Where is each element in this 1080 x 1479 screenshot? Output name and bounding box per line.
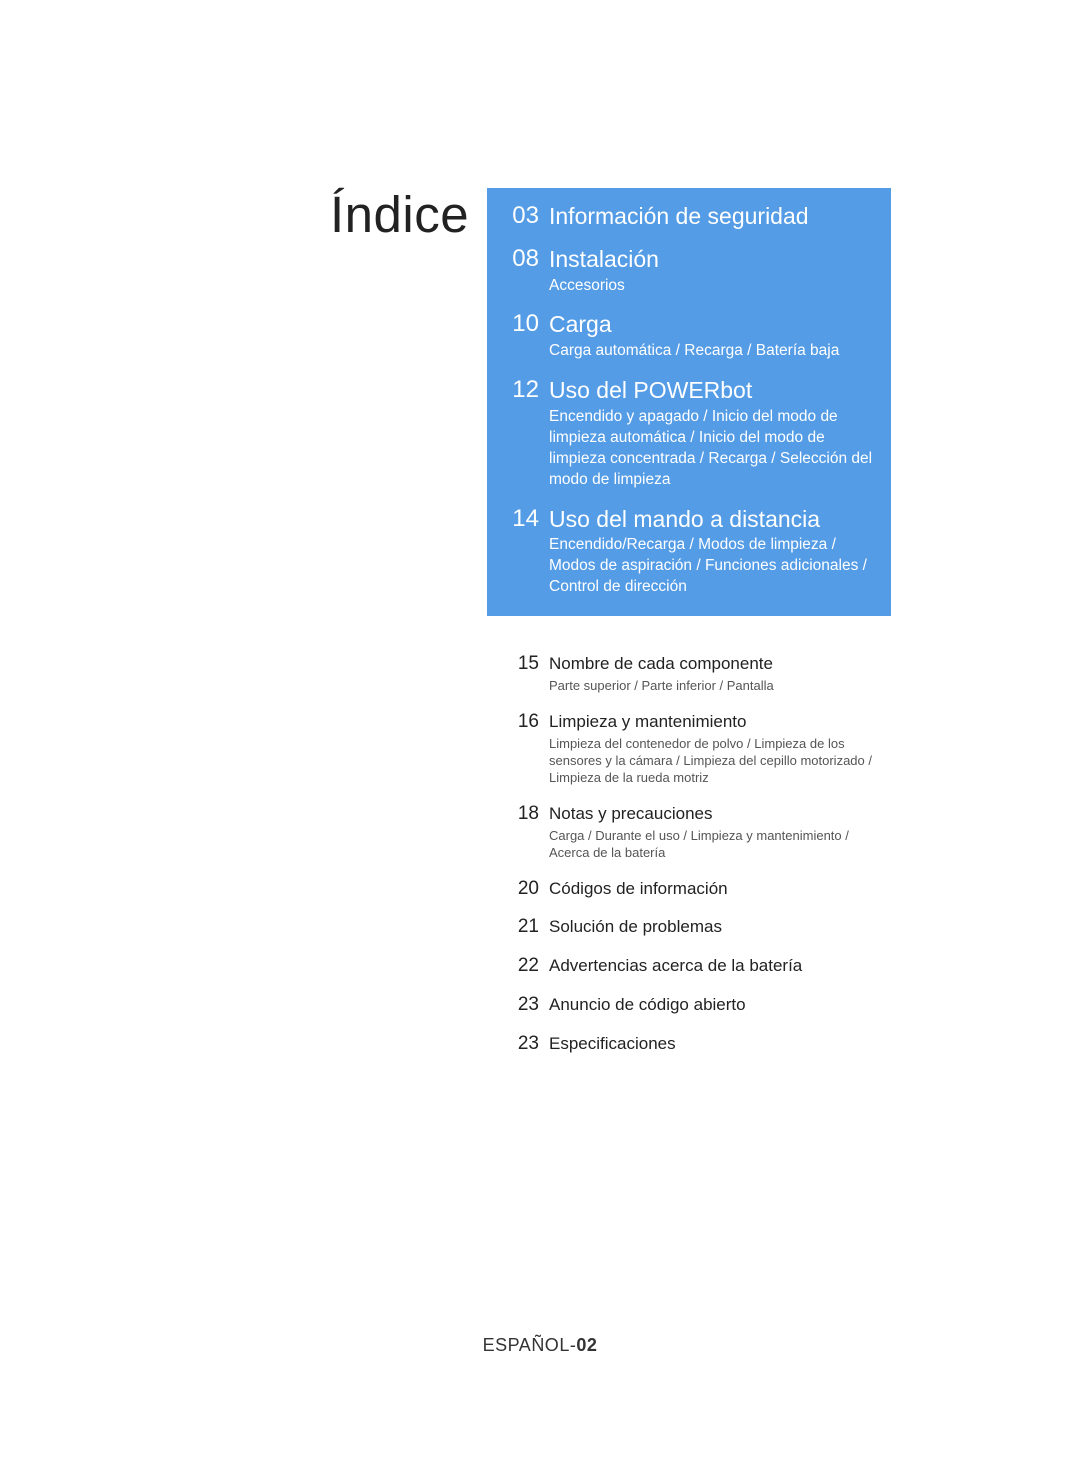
toc-entry-title: Notas y precauciones [549,803,877,825]
toc-page-number: 21 [501,916,539,939]
toc-entry-body: Nombre de cada componente Parte superior… [539,653,877,695]
toc-entry-title: Anuncio de código abierto [549,994,877,1016]
toc-entry-body: Información de seguridad [539,202,877,231]
toc-entry: 16 Limpieza y mantenimiento Limpieza del… [501,711,877,787]
toc-entry-title: Instalación [549,245,877,274]
footer-language: ESPAÑOL- [483,1335,577,1355]
toc-entry-body: Advertencias acerca de la batería [539,955,877,977]
toc-page-number: 10 [501,310,539,338]
toc-entry-title: Uso del mando a distancia [549,505,877,534]
manual-toc-page: Índice 03 Información de seguridad 08 In… [0,0,1080,1479]
toc-page-number: 23 [501,1033,539,1056]
toc-entry-subtitle: Parte superior / Parte inferior / Pantal… [549,678,877,695]
toc-page-number: 16 [501,711,539,734]
toc-entry: 03 Información de seguridad [501,202,877,231]
toc-entry-body: Especificaciones [539,1033,877,1055]
toc-entry: 15 Nombre de cada componente Parte super… [501,653,877,695]
toc-entry-body: Códigos de información [539,878,877,900]
toc-entry: 14 Uso del mando a distancia Encendido/R… [501,505,877,599]
toc-page-number: 12 [501,376,539,404]
toc-heading: Índice [330,185,469,244]
footer-page-number: 02 [576,1335,597,1355]
toc-entry: 12 Uso del POWERbot Encendido y apagado … [501,376,877,490]
toc-page-number: 03 [501,202,539,230]
toc-page-number: 18 [501,803,539,826]
toc-page-number: 08 [501,245,539,273]
toc-entry: 23 Especificaciones [501,1033,877,1056]
toc-entry-body: Notas y precauciones Carga / Durante el … [539,803,877,862]
toc-entry: 20 Códigos de información [501,878,877,901]
toc-entry-subtitle: Carga automática / Recarga / Batería baj… [549,341,877,362]
toc-entry-subtitle: Encendido y apagado / Inicio del modo de… [549,407,877,491]
toc-entry: 10 Carga Carga automática / Recarga / Ba… [501,310,877,362]
toc-entry: 22 Advertencias acerca de la batería [501,955,877,978]
toc-entry-body: Uso del mando a distancia Encendido/Reca… [539,505,877,599]
toc-page-number: 20 [501,878,539,901]
toc-entry-subtitle: Carga / Durante el uso / Limpieza y mant… [549,828,877,862]
toc-entry-title: Información de seguridad [549,202,877,231]
toc-page-number: 22 [501,955,539,978]
toc-entry: 21 Solución de problemas [501,916,877,939]
toc-entry-title: Advertencias acerca de la batería [549,955,877,977]
toc-entry-subtitle: Accesorios [549,276,877,297]
toc-entry-title: Especificaciones [549,1033,877,1055]
toc-entry: 23 Anuncio de código abierto [501,994,877,1017]
toc-entry-title: Limpieza y mantenimiento [549,711,877,733]
toc-entry-title: Códigos de información [549,878,877,900]
toc-entry-body: Limpieza y mantenimiento Limpieza del co… [539,711,877,787]
toc-page-number: 23 [501,994,539,1017]
toc-entry: 08 Instalación Accesorios [501,245,877,297]
toc-entry-body: Carga Carga automática / Recarga / Bater… [539,310,877,362]
toc-secondary-block: 15 Nombre de cada componente Parte super… [487,643,891,1072]
toc-entry-title: Carga [549,310,877,339]
toc-entry-subtitle: Limpieza del contenedor de polvo / Limpi… [549,736,877,787]
toc-entry-title: Uso del POWERbot [549,376,877,405]
toc-entry-title: Nombre de cada componente [549,653,877,675]
toc-primary-block: 03 Información de seguridad 08 Instalaci… [487,188,891,616]
toc-page-number: 15 [501,653,539,676]
toc-entry-body: Solución de problemas [539,916,877,938]
toc-entry: 18 Notas y precauciones Carga / Durante … [501,803,877,862]
page-footer: ESPAÑOL-02 [0,1335,1080,1356]
toc-entry-body: Anuncio de código abierto [539,994,877,1016]
toc-entry-subtitle: Encendido/Recarga / Modos de limpieza / … [549,535,877,598]
toc-entry-title: Solución de problemas [549,916,877,938]
toc-entry-body: Uso del POWERbot Encendido y apagado / I… [539,376,877,490]
toc-entry-body: Instalación Accesorios [539,245,877,297]
toc-page-number: 14 [501,505,539,533]
